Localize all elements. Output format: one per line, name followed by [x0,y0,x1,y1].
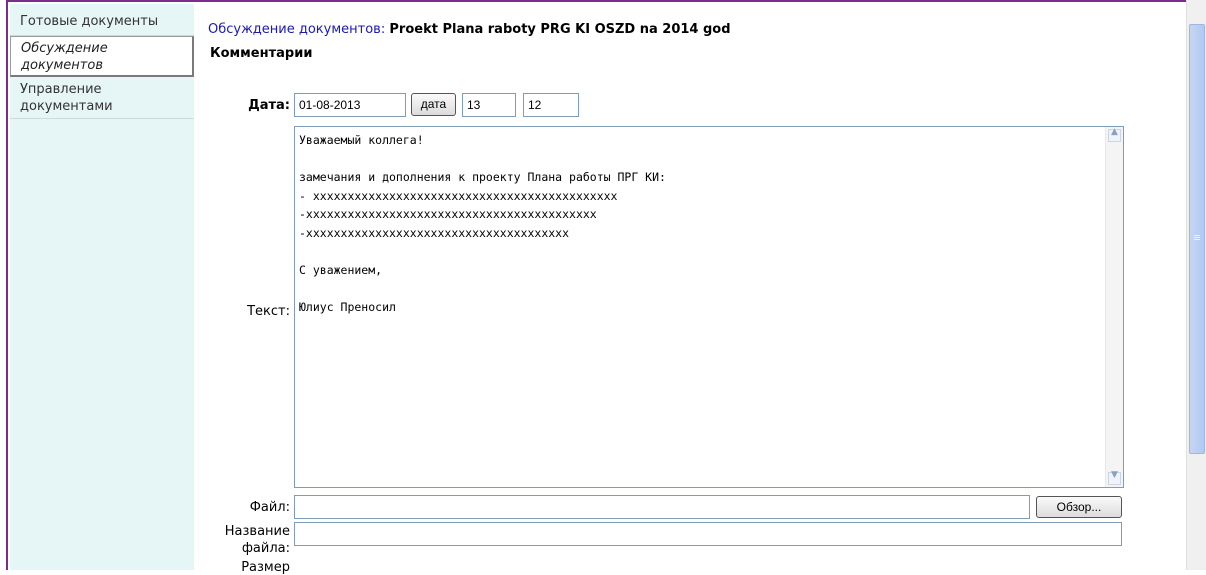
date-label: Дата: [248,98,290,113]
sidebar-item-label: Обсуждение [21,41,108,56]
scroll-down-icon[interactable]: ▼ [1108,470,1121,485]
filename-label: Название файла: [206,523,290,557]
hour-input[interactable] [462,93,516,117]
sidebar-item-label: документов [21,58,103,73]
section-title: Комментарии [210,46,313,61]
main-content: Обсуждение документов: Proekt Plana rabo… [196,4,1186,575]
minute-input[interactable] [523,93,579,117]
page-scrollbar-thumb[interactable] [1189,24,1205,454]
filename-label-line: файла: [241,541,290,556]
filename-label-line: Название [224,524,290,539]
text-label: Текст: [247,304,290,319]
date-picker-button[interactable]: дата [411,93,456,116]
breadcrumb: Обсуждение документов: Proekt Plana rabo… [208,22,731,37]
sidebar-item-document-discussion[interactable]: Обсуждение документов [10,36,194,77]
window-frame-left [0,0,8,570]
size-label: Размер [241,560,290,575]
page-title: Proekt Plana raboty PRG KI OSZD na 2014 … [389,22,731,37]
breadcrumb-separator: : [380,22,386,37]
file-label: Файл: [249,500,290,515]
breadcrumb-link[interactable]: Обсуждение документов [208,22,381,37]
browse-button[interactable]: Обзор... [1036,496,1122,518]
date-input[interactable] [294,93,406,117]
grip-icon [1194,235,1200,236]
sidebar-item-document-management[interactable]: Управление документами [10,81,194,119]
sidebar-item-label: Готовые документы [20,14,159,29]
page-scrollbar[interactable] [1186,0,1206,570]
sidebar-item-label: документами [20,99,113,114]
sidebar-item-label: Управление [20,82,102,97]
scroll-up-icon[interactable]: ▲ [1108,127,1121,142]
sidebar-item-ready-documents[interactable]: Готовые документы [10,13,194,37]
file-input[interactable] [294,495,1030,519]
comment-textarea[interactable]: Уважаемый коллега! замечания и дополнени… [294,126,1124,488]
filename-input[interactable] [294,522,1122,546]
comment-text: Уважаемый коллега! замечания и дополнени… [299,133,666,314]
textarea-scrollbar[interactable]: ▲ ▼ [1105,127,1123,487]
sidebar-divider [10,118,194,119]
sidebar: Готовые документы Обсуждение документов … [10,4,194,570]
